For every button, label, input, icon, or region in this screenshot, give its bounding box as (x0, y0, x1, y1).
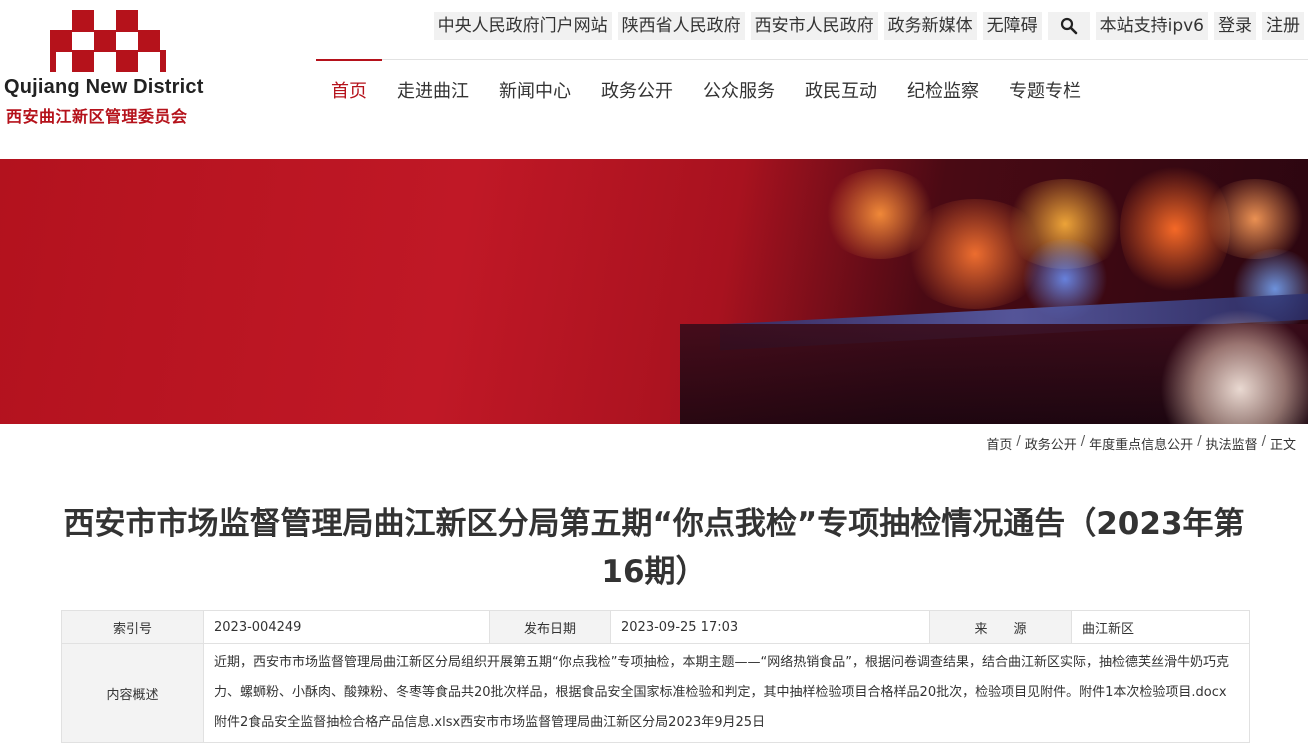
top-links-bar: 中央人民政府门户网站 陕西省人民政府 西安市人民政府 政务新媒体 无障碍 本站支… (433, 12, 1304, 40)
nav-item-about-qujiang[interactable]: 走进曲江 (382, 59, 484, 125)
breadcrumb-annual-disclosure[interactable]: 年度重点信息公开 (1089, 434, 1193, 453)
nav-item-government-affairs[interactable]: 政务公开 (586, 59, 688, 125)
summary-value: 近期，西安市市场监督管理局曲江新区分局组织开展第五期“你点我检”专项抽检，本期主… (203, 643, 1250, 743)
summary-label: 内容概述 (61, 643, 204, 743)
nav-item-interaction[interactable]: 政民互动 (790, 59, 892, 125)
index-value: 2023-004249 (203, 610, 490, 644)
hero-banner (0, 159, 1308, 424)
table-row: 内容概述 近期，西安市市场监督管理局曲江新区分局组织开展第五期“你点我检”专项抽… (61, 643, 1250, 743)
nav-item-news[interactable]: 新闻中心 (484, 59, 586, 125)
link-xian-government[interactable]: 西安市人民政府 (750, 12, 878, 40)
site-logo[interactable]: Qujiang New District 西安曲江新区管理委员会 (4, 10, 214, 130)
search-button[interactable] (1047, 12, 1090, 40)
nav-item-public-services[interactable]: 公众服务 (688, 59, 790, 125)
link-central-government[interactable]: 中央人民政府门户网站 (433, 12, 612, 40)
breadcrumb-law-enforcement[interactable]: 执法监督 (1206, 434, 1258, 453)
nav-item-discipline-inspection[interactable]: 纪检监察 (892, 59, 994, 125)
link-shaanxi-government[interactable]: 陕西省人民政府 (617, 12, 745, 40)
nav-item-special-topics[interactable]: 专题专栏 (994, 59, 1096, 125)
search-icon (1060, 17, 1077, 35)
link-accessibility[interactable]: 无障碍 (982, 12, 1042, 40)
breadcrumb-government-affairs[interactable]: 政务公开 (1025, 434, 1077, 453)
breadcrumb-home[interactable]: 首页 (986, 434, 1012, 453)
site-header: Qujiang New District 西安曲江新区管理委员会 中央人民政府门… (0, 0, 1308, 159)
main-nav: 首页 走进曲江 新闻中心 政务公开 公众服务 政民互动 纪检监察 专题专栏 (316, 59, 1096, 125)
logo-english-name: Qujiang New District (4, 76, 204, 98)
login-link[interactable]: 登录 (1214, 12, 1256, 40)
publish-date-label: 发布日期 (489, 610, 611, 644)
logo-chinese-name: 西安曲江新区管理委员会 (6, 107, 188, 126)
register-link[interactable]: 注册 (1262, 12, 1304, 40)
nav-item-home[interactable]: 首页 (316, 59, 382, 125)
article-title: 西安市市场监督管理局曲江新区分局第五期“你点我检”专项抽检情况通告（2023年第… (63, 506, 1245, 590)
index-label: 索引号 (61, 610, 204, 644)
breadcrumb-current: 正文 (1269, 438, 1296, 453)
ipv6-support-label: 本站支持ipv6 (1095, 12, 1208, 40)
source-label: 来 源 (929, 610, 1072, 644)
article-meta-table: 索引号 2023-004249 发布日期 2023-09-25 17:03 来 … (61, 610, 1250, 743)
breadcrumb: 首页 / 政务公开 / 年度重点信息公开 / 执法监督 / 正文 (986, 434, 1296, 453)
publish-date-value: 2023-09-25 17:03 (610, 610, 930, 644)
table-row: 索引号 2023-004249 发布日期 2023-09-25 17:03 来 … (61, 610, 1250, 644)
link-new-media[interactable]: 政务新媒体 (883, 12, 977, 40)
source-value: 曲江新区 (1071, 610, 1250, 644)
logo-mark-icon (50, 10, 166, 72)
